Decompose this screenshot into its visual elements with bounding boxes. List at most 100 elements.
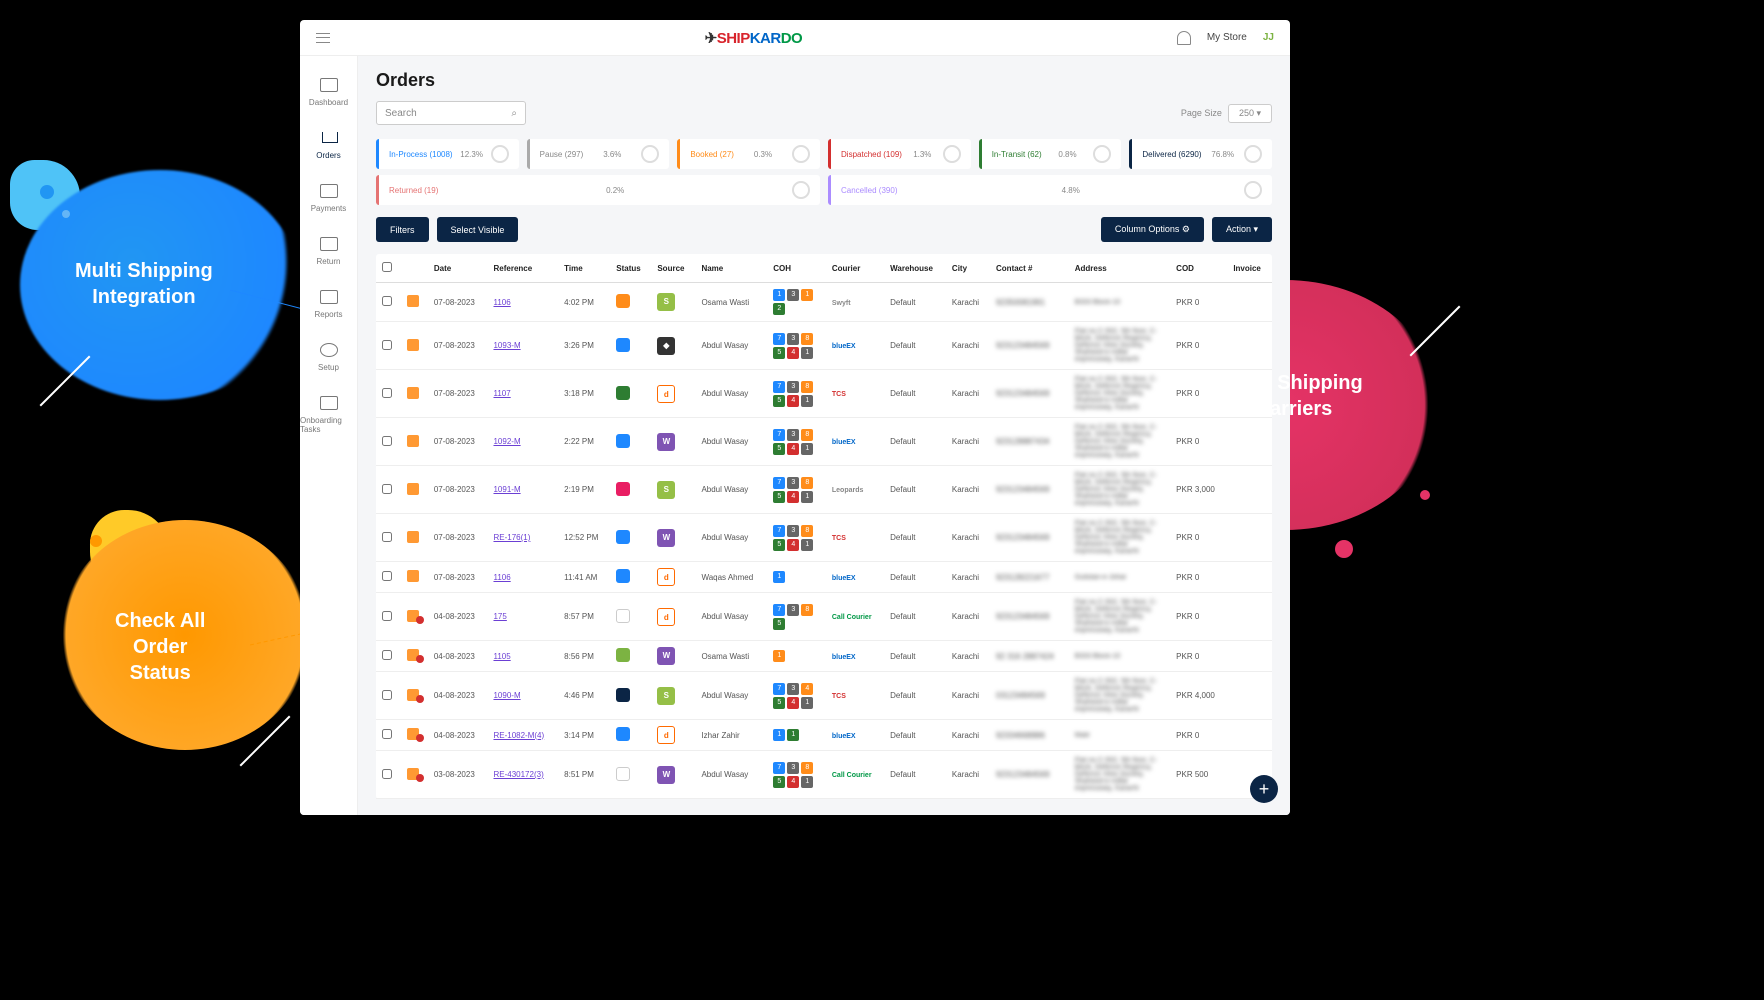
row-checkbox[interactable]: [382, 571, 392, 581]
action-button[interactable]: Action ▾: [1212, 217, 1272, 242]
status-icon[interactable]: [616, 569, 630, 583]
row-checkbox[interactable]: [382, 769, 392, 779]
search-input[interactable]: Search⌕: [376, 101, 526, 125]
column-header[interactable]: [376, 254, 401, 283]
status-card[interactable]: Dispatched (109)1.3%: [828, 139, 971, 169]
table-row[interactable]: 04-08-2023 1105 8:56 PM W Osama Wasti 1 …: [376, 641, 1272, 672]
time-cell: 4:02 PM: [558, 283, 610, 322]
reference-link[interactable]: 1106: [493, 573, 510, 582]
status-card[interactable]: Cancelled (390)4.8%: [828, 175, 1272, 205]
sidebar-item-onboarding[interactable]: Onboarding Tasks: [300, 384, 357, 446]
source-icon: d: [657, 568, 675, 586]
reference-link[interactable]: 1092-M: [493, 437, 520, 446]
column-header[interactable]: Reference: [487, 254, 558, 283]
sidebar-item-dashboard[interactable]: Dashboard: [300, 66, 357, 119]
reference-link[interactable]: RE-176(1): [493, 533, 530, 542]
row-checkbox[interactable]: [382, 388, 392, 398]
row-checkbox[interactable]: [382, 484, 392, 494]
status-card[interactable]: Returned (19)0.2%: [376, 175, 820, 205]
column-header[interactable]: Contact #: [990, 254, 1069, 283]
table-row[interactable]: 07-08-2023 1091-M 2:19 PM S Abdul Wasay …: [376, 466, 1272, 514]
column-header[interactable]: Time: [558, 254, 610, 283]
table-row[interactable]: 07-08-2023 1106 4:02 PM S Osama Wasti 13…: [376, 283, 1272, 322]
column-header[interactable]: COH: [767, 254, 826, 283]
status-card[interactable]: Booked (27)0.3%: [677, 139, 820, 169]
status-icon[interactable]: [616, 767, 630, 781]
status-card[interactable]: In-Transit (62)0.8%: [979, 139, 1122, 169]
reference-link[interactable]: 1093-M: [493, 341, 520, 350]
status-card[interactable]: In-Process (1008)12.3%: [376, 139, 519, 169]
status-icon[interactable]: [616, 434, 630, 448]
status-card[interactable]: Delivered (6290)76.8%: [1129, 139, 1272, 169]
row-checkbox[interactable]: [382, 650, 392, 660]
table-row[interactable]: 03-08-2023 RE-430172(3) 8:51 PM W Abdul …: [376, 751, 1272, 799]
column-header[interactable]: Courier: [826, 254, 884, 283]
status-icon[interactable]: [616, 482, 630, 496]
column-header[interactable]: Warehouse: [884, 254, 946, 283]
status-icon[interactable]: [616, 727, 630, 741]
status-icon[interactable]: [616, 338, 630, 352]
filters-button[interactable]: Filters: [376, 217, 429, 242]
column-header[interactable]: Address: [1069, 254, 1170, 283]
table-row[interactable]: 04-08-2023 175 8:57 PM d Abdul Wasay 738…: [376, 593, 1272, 641]
table-row[interactable]: 04-08-2023 1090-M 4:46 PM S Abdul Wasay …: [376, 672, 1272, 720]
row-checkbox[interactable]: [382, 296, 392, 306]
table-row[interactable]: 07-08-2023 RE-176(1) 12:52 PM W Abdul Wa…: [376, 514, 1272, 562]
store-name[interactable]: My Store: [1207, 32, 1247, 43]
status-icon[interactable]: [616, 530, 630, 544]
coh-badges: 738541: [773, 477, 813, 503]
column-header[interactable]: Invoice: [1227, 254, 1272, 283]
reference-link[interactable]: RE-1082-M(4): [493, 731, 544, 740]
invoice-cell: [1227, 593, 1272, 641]
row-checkbox[interactable]: [382, 611, 392, 621]
table-row[interactable]: 04-08-2023 RE-1082-M(4) 3:14 PM d Izhar …: [376, 720, 1272, 751]
column-header[interactable]: City: [946, 254, 990, 283]
status-icon[interactable]: [616, 386, 630, 400]
status-icon[interactable]: [616, 688, 630, 702]
coh-badges: 738541: [773, 525, 813, 551]
avatar[interactable]: JJ: [1263, 32, 1274, 43]
status-icon[interactable]: [616, 648, 630, 662]
row-checkbox[interactable]: [382, 436, 392, 446]
bell-icon[interactable]: [1177, 31, 1191, 45]
page-size-select[interactable]: 250 ▾: [1228, 104, 1272, 123]
coh-badges: 7385: [773, 604, 813, 630]
sidebar-item-orders[interactable]: Orders: [300, 119, 357, 172]
sidebar-item-reports[interactable]: Reports: [300, 278, 357, 331]
column-header[interactable]: Name: [695, 254, 767, 283]
date-cell: 04-08-2023: [428, 641, 488, 672]
reference-link[interactable]: RE-430172(3): [493, 770, 543, 779]
table-row[interactable]: 07-08-2023 1093-M 3:26 PM ◆ Abdul Wasay …: [376, 322, 1272, 370]
status-card[interactable]: Pause (297)3.6%: [527, 139, 670, 169]
reference-link[interactable]: 1090-M: [493, 691, 520, 700]
select-visible-button[interactable]: Select Visible: [437, 217, 519, 242]
reference-link[interactable]: 1107: [493, 389, 510, 398]
reference-link[interactable]: 1106: [493, 298, 510, 307]
menu-toggle-icon[interactable]: [316, 33, 330, 43]
column-header[interactable]: Source: [651, 254, 695, 283]
reference-link[interactable]: 175: [493, 612, 506, 621]
reference-link[interactable]: 1105: [493, 652, 510, 661]
column-header[interactable]: Date: [428, 254, 488, 283]
sidebar-item-payments[interactable]: Payments: [300, 172, 357, 225]
source-icon: d: [657, 726, 675, 744]
address-cell: Flat no C-502, 5th floor, C-block, Defen…: [1069, 322, 1170, 370]
sidebar-item-return[interactable]: Return: [300, 225, 357, 278]
table-row[interactable]: 07-08-2023 1092-M 2:22 PM W Abdul Wasay …: [376, 418, 1272, 466]
row-checkbox[interactable]: [382, 690, 392, 700]
column-header[interactable]: COD: [1170, 254, 1227, 283]
row-checkbox[interactable]: [382, 729, 392, 739]
table-row[interactable]: 07-08-2023 1106 11:41 AM d Waqas Ahmed 1…: [376, 562, 1272, 593]
status-icon[interactable]: [616, 294, 630, 308]
select-all-checkbox[interactable]: [382, 262, 392, 272]
column-header[interactable]: [401, 254, 428, 283]
row-checkbox[interactable]: [382, 340, 392, 350]
sidebar-item-setup[interactable]: Setup: [300, 331, 357, 384]
fab-add-button[interactable]: +: [1250, 775, 1278, 803]
status-icon[interactable]: [616, 609, 630, 623]
column-header[interactable]: Status: [610, 254, 651, 283]
table-row[interactable]: 07-08-2023 1107 3:18 PM d Abdul Wasay 73…: [376, 370, 1272, 418]
column-options-button[interactable]: Column Options ⚙: [1101, 217, 1204, 242]
reference-link[interactable]: 1091-M: [493, 485, 520, 494]
row-checkbox[interactable]: [382, 532, 392, 542]
